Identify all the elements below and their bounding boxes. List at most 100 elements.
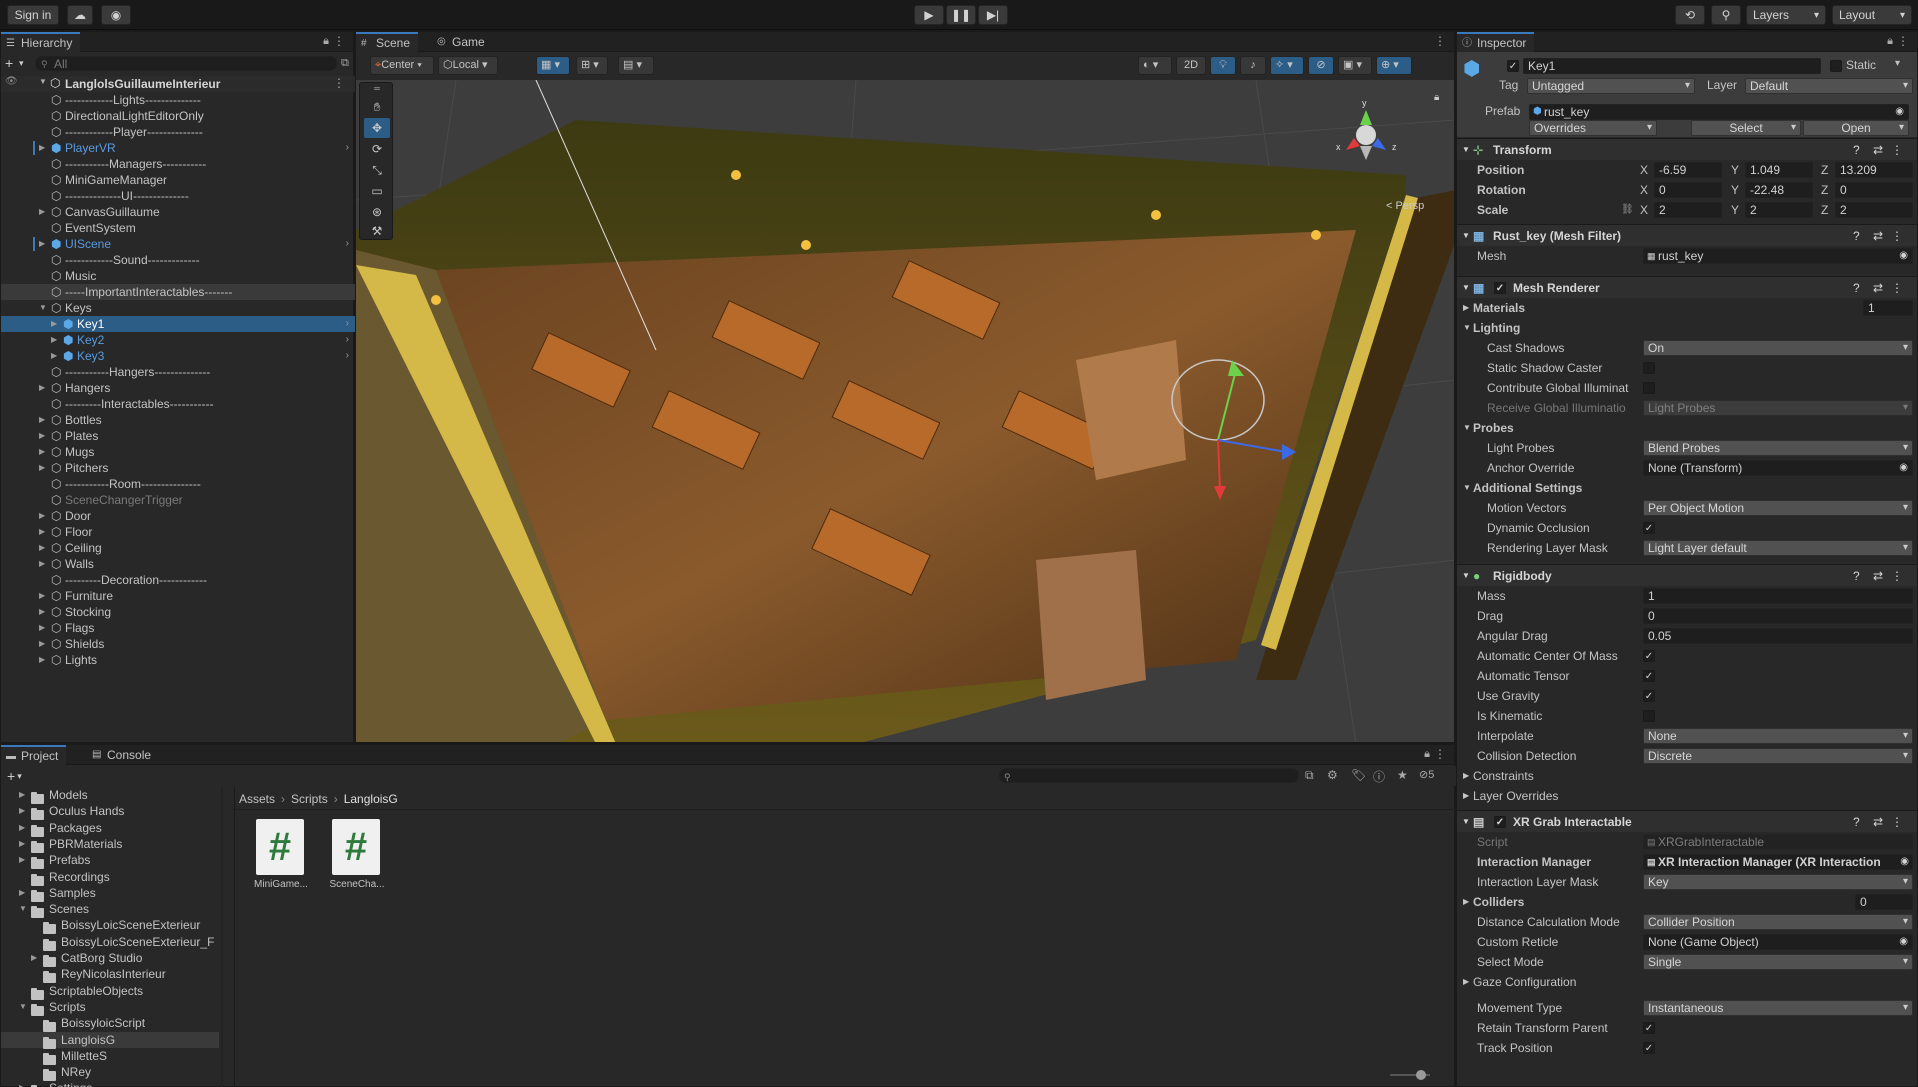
hierarchy-item[interactable]: ▶ ⬡ Lights <box>1 652 355 668</box>
menu-kebab-icon[interactable]: ⋮ <box>333 34 345 48</box>
folder-tree-item[interactable]: ▶ Settings <box>1 1080 219 1087</box>
mode-2d-toggle[interactable]: 2D <box>1176 56 1206 75</box>
sign-in-button[interactable]: Sign in <box>7 5 59 25</box>
info-icon[interactable]: ⓘ <box>1373 768 1385 785</box>
chevron-right-icon[interactable]: ▶ <box>19 803 25 819</box>
chevron-right-icon[interactable]: ▶ <box>39 652 45 668</box>
hierarchy-item[interactable]: ⬡ SceneChangerTrigger <box>1 492 355 508</box>
layers-dropdown[interactable]: Layers ▾ <box>1746 5 1826 25</box>
favorite-star-icon[interactable]: ★ <box>1397 768 1408 782</box>
chevron-right-icon[interactable]: ▶ <box>39 460 45 476</box>
tab-hierarchy[interactable]: ☰ Hierarchy <box>1 32 81 52</box>
chevron-down-icon[interactable]: ▼ <box>39 300 47 316</box>
object-name-field[interactable]: Key1 <box>1523 58 1821 74</box>
auto-com-checkbox[interactable]: ✓ <box>1643 650 1655 662</box>
scene-viewport[interactable]: y x z < Persp 🔒︎ ═ ✋︎ ✥ ⟳ ⤡ ▭ ⊛ ⚒ <box>356 80 1454 742</box>
menu-kebab-icon[interactable]: ⋮ <box>1891 565 1903 587</box>
probes-row[interactable]: ▼ Probes <box>1457 420 1917 436</box>
help-icon[interactable]: ? <box>1853 565 1860 587</box>
help-icon[interactable]: ? <box>1853 139 1860 161</box>
add-icon[interactable]: + <box>7 768 15 784</box>
select-mode-dropdown[interactable]: Single <box>1643 954 1913 970</box>
chevron-right-icon[interactable]: ▶ <box>39 636 45 652</box>
pivot-space-dropdown[interactable]: ⬡Local ▾ <box>438 56 498 75</box>
position-y-field[interactable]: 1.049 <box>1745 162 1813 178</box>
lock-icon[interactable]: 🔒︎ <box>1434 92 1439 103</box>
position-z-field[interactable]: 13.209 <box>1835 162 1913 178</box>
folder-tree-item[interactable]: ▶ Models <box>1 787 219 804</box>
position-x-field[interactable]: -6.59 <box>1654 162 1722 178</box>
chevron-right-icon[interactable]: ▶ <box>19 852 25 868</box>
tab-project[interactable]: ▬ Project <box>1 745 67 765</box>
hierarchy-item[interactable]: ⬡ -----ImportantInteractables------- <box>1 284 355 300</box>
rect-tool-icon[interactable]: ▭ <box>364 181 390 201</box>
shading-mode-dropdown[interactable]: ◐ ▾ <box>1138 56 1172 75</box>
chevron-right-icon[interactable]: ▶ <box>39 620 45 636</box>
scale-tool-icon[interactable]: ⤡ <box>364 160 390 180</box>
hierarchy-item[interactable]: ▶ ⬡ Shields <box>1 636 355 652</box>
hierarchy-item[interactable]: ▶ ⬡ Plates <box>1 428 355 444</box>
drag-field[interactable]: 0 <box>1643 608 1913 624</box>
gizmos-dropdown[interactable]: ⊕ ▾ <box>1376 56 1412 75</box>
move-tool-icon[interactable]: ✥ <box>364 118 390 138</box>
menu-kebab-icon[interactable]: ⋮ <box>1897 34 1909 48</box>
orientation-gizmo[interactable] <box>1346 110 1386 160</box>
chevron-right-icon[interactable]: ▶ <box>39 604 45 620</box>
materials-count-field[interactable]: 1 <box>1863 300 1913 316</box>
menu-kebab-icon[interactable]: ⋮ <box>1434 747 1446 761</box>
pivot-center-dropdown[interactable]: ⌖Center ▾ <box>370 56 434 75</box>
tab-scene[interactable]: # Scene <box>356 32 419 52</box>
scene-root-row[interactable]: 👁︎ ▼ ⬡ LanglolsGuillaumeInterieur ⋮ <box>1 76 355 92</box>
search-icon[interactable]: ⚲ <box>1711 5 1741 25</box>
folder-tree-item[interactable]: MilletteS <box>1 1048 219 1065</box>
chevron-right-icon[interactable]: ▶ <box>51 348 57 364</box>
chevron-down-icon[interactable]: ▼ <box>19 999 27 1015</box>
hierarchy-item[interactable]: ▶ ⬡ Bottles <box>1 412 355 428</box>
cast-shadows-dropdown[interactable]: On <box>1643 340 1913 356</box>
hierarchy-item[interactable]: ⬡ ---------Decoration------------ <box>1 572 355 588</box>
effects-dropdown[interactable]: ✧ ▾ <box>1270 56 1304 75</box>
zoom-slider[interactable] <box>1390 1070 1430 1080</box>
object-picker-icon[interactable]: ◉ <box>1899 461 1908 475</box>
folder-tree-item[interactable]: LangloisG <box>1 1031 219 1049</box>
retain-parent-checkbox[interactable]: ✓ <box>1643 1022 1655 1034</box>
step-button[interactable]: ▶| <box>978 5 1008 25</box>
pause-button[interactable]: ❚❚ <box>946 5 976 25</box>
chevron-down-icon[interactable]: ▾ <box>1895 58 1900 69</box>
chevron-right-icon[interactable]: ▶ <box>39 540 45 556</box>
project-search-input[interactable]: ⚲ <box>999 768 1299 783</box>
custom-tool-icon[interactable]: ⚒ <box>364 221 390 241</box>
hierarchy-item[interactable]: ▶ ⬡ Ceiling <box>1 540 355 556</box>
chevron-right-icon[interactable]: ▶ <box>31 950 37 966</box>
audio-toggle-icon[interactable]: ♪ <box>1240 56 1266 75</box>
interaction-layer-mask-dropdown[interactable]: Key <box>1643 874 1913 890</box>
hand-tool-icon[interactable]: ✋︎ <box>364 97 390 117</box>
hierarchy-item[interactable]: ⬡ ------------Lights-------------- <box>1 92 355 108</box>
chevron-right-icon[interactable]: ▶ <box>19 1080 25 1087</box>
preset-icon[interactable]: ⇄ <box>1873 565 1883 587</box>
hierarchy-item[interactable]: ▶ ⬡ Walls <box>1 556 355 572</box>
xr-grab-enabled-checkbox[interactable]: ✓ <box>1494 816 1506 828</box>
hierarchy-item[interactable]: ▶ ⬡ Furniture <box>1 588 355 604</box>
history-icon[interactable]: ⟲ <box>1675 5 1705 25</box>
hierarchy-item[interactable]: ▶ ⬡ Floor <box>1 524 355 540</box>
mesh-filter-header[interactable]: ▼ ▦ Rust_key (Mesh Filter) ? ⇄ ⋮ <box>1457 224 1917 246</box>
chevron-down-icon[interactable]: ▾ <box>19 58 35 69</box>
movement-type-dropdown[interactable]: Instantaneous <box>1643 1000 1913 1016</box>
object-picker-icon[interactable]: ◉ <box>1900 855 1909 869</box>
breadcrumb-langloisg[interactable]: LangloisG <box>344 792 398 806</box>
chevron-right-icon[interactable]: ▶ <box>39 380 45 396</box>
chevron-down-icon[interactable]: ▾ <box>17 771 22 782</box>
breadcrumb-scripts[interactable]: Scripts <box>291 792 328 806</box>
static-shadow-checkbox[interactable] <box>1643 362 1655 374</box>
rotation-z-field[interactable]: 0 <box>1835 182 1913 198</box>
search-type-icon[interactable]: ⧉ <box>1305 768 1314 783</box>
mesh-renderer-header[interactable]: ▼ ▦ ✓ Mesh Renderer ? ⇄ ⋮ <box>1457 276 1917 298</box>
lighting-row[interactable]: ▼ Lighting <box>1457 320 1917 336</box>
use-gravity-checkbox[interactable]: ✓ <box>1643 690 1655 702</box>
hierarchy-item[interactable]: ▶ ⬢ Key3 › <box>1 348 355 364</box>
grid-snap-toggle[interactable]: ▦ ▾ <box>536 56 570 75</box>
is-kinematic-checkbox[interactable] <box>1643 710 1655 722</box>
menu-kebab-icon[interactable]: ⋮ <box>1434 34 1446 48</box>
hierarchy-item[interactable]: ⬡ ------------Sound------------- <box>1 252 355 268</box>
